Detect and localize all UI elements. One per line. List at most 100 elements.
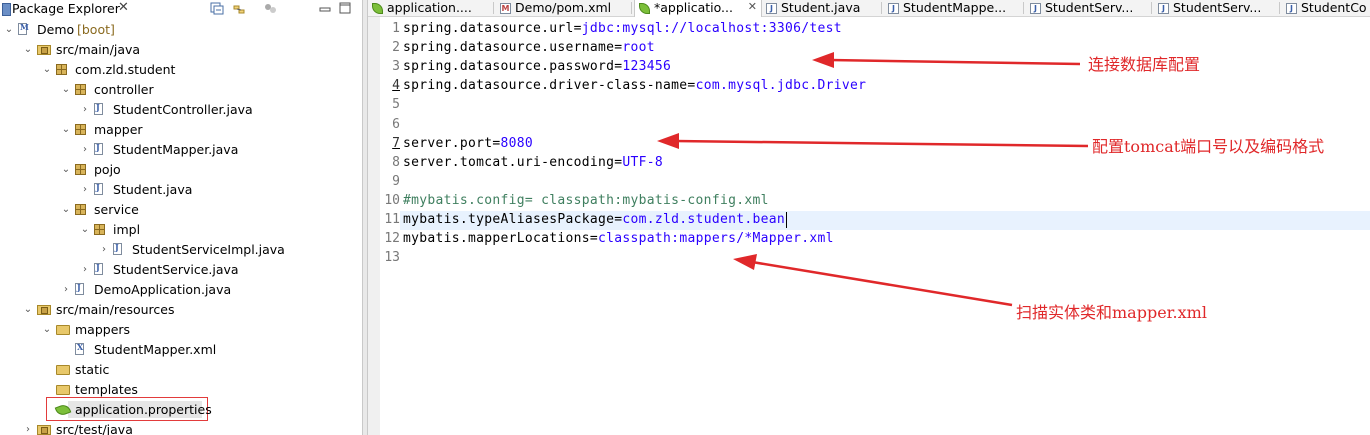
tree-item-label: StudentController.java	[113, 102, 253, 117]
chevron-right-icon[interactable]: ›	[79, 180, 91, 200]
folder-icon	[56, 325, 70, 335]
editor-tab-label: StudentServ...	[1173, 0, 1262, 15]
tree-item[interactable]: ⌄ com.zld.student	[0, 60, 360, 80]
code-line[interactable]: spring.datasource.username=root	[403, 40, 655, 55]
chevron-down-icon[interactable]: ⌄	[22, 40, 34, 60]
tree-item[interactable]: › J StudentController.java	[0, 100, 360, 120]
tree-item[interactable]: › J Student.java	[0, 180, 360, 200]
editor-tab[interactable]: J StudentServ...	[1154, 0, 1280, 17]
chevron-down-icon[interactable]: ⌄	[41, 320, 53, 340]
tree-item[interactable]: › src/test/java	[0, 420, 360, 435]
line-number: 3	[392, 59, 400, 75]
tree-item[interactable]: › J DemoApplication.java	[0, 280, 360, 300]
source-folder-icon	[37, 305, 51, 315]
maximize-icon[interactable]	[338, 2, 352, 15]
code-line[interactable]: spring.datasource.url=jdbc:mysql://local…	[403, 21, 842, 36]
package-explorer-icon	[2, 3, 11, 16]
line-number: 7	[392, 135, 400, 151]
tree-item-label: src/main/java	[56, 42, 141, 57]
code-line[interactable]: mybatis.typeAliasesPackage=com.zld.stude…	[403, 212, 785, 227]
tree-item-label: pojo	[94, 162, 121, 177]
view-menu-icon[interactable]	[264, 2, 278, 15]
text-caret	[785, 212, 787, 228]
editor-tab[interactable]: M Demo/pom.xml	[496, 0, 632, 17]
chevron-down-icon[interactable]: ⌄	[60, 160, 72, 180]
tree-item[interactable]: › J StudentServiceImpl.java	[0, 240, 360, 260]
line-number: 6	[392, 116, 400, 132]
tree-item-label: application.properties	[75, 402, 212, 417]
java-file-icon: J	[1286, 3, 1297, 14]
chevron-down-icon[interactable]: ⌄	[60, 200, 72, 220]
link-with-editor-icon[interactable]	[232, 2, 246, 15]
chevron-down-icon[interactable]: ⌄	[60, 80, 72, 100]
chevron-down-icon[interactable]: ⌄	[3, 20, 15, 40]
chevron-right-icon[interactable]: ›	[98, 240, 110, 260]
tree-item[interactable]: templates	[0, 380, 360, 400]
editor-left-ruler	[368, 17, 380, 435]
tree-item[interactable]: ⌄ src/main/resources	[0, 300, 360, 320]
tree-item-label: StudentService.java	[113, 262, 239, 277]
property-key: spring.datasource.driver-class-name=	[403, 78, 696, 94]
tree-item-label: templates	[75, 382, 138, 397]
chevron-down-icon[interactable]: ⌄	[60, 120, 72, 140]
tree-item[interactable]: ⌄ service	[0, 200, 360, 220]
minimize-icon[interactable]	[318, 2, 332, 15]
tree-item-label: StudentMapper.java	[113, 142, 239, 157]
close-tab-icon[interactable]: ✕	[748, 0, 757, 13]
line-number: 11	[384, 212, 400, 227]
chevron-right-icon[interactable]: ›	[79, 100, 91, 120]
tree-item[interactable]: application.properties	[0, 400, 360, 420]
editor-tab-label: Student.java	[781, 0, 861, 15]
editor-tab[interactable]: J Student.java	[762, 0, 882, 17]
package-explorer-header: Package Explorer ✕	[0, 0, 362, 18]
line-number: 8	[392, 154, 400, 170]
tree-item-label: static	[75, 362, 110, 377]
chevron-right-icon[interactable]	[41, 400, 53, 420]
code-line[interactable]: mybatis.mapperLocations=classpath:mapper…	[403, 231, 834, 246]
chevron-right-icon[interactable]	[41, 380, 53, 400]
property-key: mybatis.typeAliasesPackage=	[403, 212, 623, 227]
property-value: com.zld.student.bean	[622, 212, 785, 227]
code-line[interactable]: #mybatis.config= classpath:mybatis-confi…	[403, 193, 769, 208]
tree-item[interactable]: ⌄ impl	[0, 220, 360, 240]
tree-item[interactable]: static	[0, 360, 360, 380]
close-view-icon[interactable]: ✕	[118, 0, 129, 15]
tree-item[interactable]: ⌄ M Demo [boot]	[0, 20, 360, 40]
editor-tab[interactable]: application....	[368, 0, 494, 17]
chevron-right-icon[interactable]: ›	[22, 420, 34, 435]
chevron-down-icon[interactable]: ⌄	[41, 60, 53, 80]
chevron-down-icon[interactable]: ⌄	[79, 220, 91, 240]
collapse-all-icon[interactable]	[210, 2, 224, 15]
java-interface-icon: J	[94, 262, 103, 275]
chevron-right-icon[interactable]: ›	[60, 280, 72, 300]
tree-item-label: mapper	[94, 122, 143, 137]
tree-item[interactable]: ⌄ controller	[0, 80, 360, 100]
code-line[interactable]: server.tomcat.uri-encoding=UTF-8	[403, 155, 663, 170]
spring-leaf-icon	[372, 3, 383, 14]
tree-item[interactable]: ⌄ mappers	[0, 320, 360, 340]
editor-tab-label: application....	[387, 0, 472, 15]
code-line[interactable]: spring.datasource.driver-class-name=com.…	[403, 78, 866, 93]
tree-item[interactable]: › J StudentMapper.java	[0, 140, 360, 160]
code-line[interactable]: spring.datasource.password=123456	[403, 59, 671, 74]
editor-tab[interactable]: *applicatio... ✕	[634, 0, 762, 17]
chevron-right-icon[interactable]	[41, 360, 53, 380]
tree-item[interactable]: X StudentMapper.xml	[0, 340, 360, 360]
editor-tab[interactable]: J StudentServ...	[1026, 0, 1152, 17]
tree-item[interactable]: ⌄ pojo	[0, 160, 360, 180]
chevron-right-icon[interactable]: ›	[79, 260, 91, 280]
chevron-down-icon[interactable]: ⌄	[22, 300, 34, 320]
properties-editor: application.... M Demo/pom.xml *applicatio.…	[368, 0, 1370, 435]
property-key: server.tomcat.uri-encoding=	[403, 154, 623, 170]
property-key: spring.datasource.username=	[403, 40, 623, 56]
tree-item[interactable]: ⌄ src/main/java	[0, 40, 360, 60]
code-line[interactable]: server.port=8080	[403, 136, 533, 151]
tree-item[interactable]: ⌄ mapper	[0, 120, 360, 140]
chevron-right-icon[interactable]: ›	[79, 140, 91, 160]
property-value: 8080	[500, 135, 534, 151]
editor-tab[interactable]: J StudentCo	[1282, 0, 1370, 17]
chevron-right-icon[interactable]	[60, 340, 72, 360]
editor-tab[interactable]: J StudentMappe...	[884, 0, 1024, 17]
tree-item-label: mappers	[75, 322, 131, 337]
tree-item[interactable]: › J StudentService.java	[0, 260, 360, 280]
